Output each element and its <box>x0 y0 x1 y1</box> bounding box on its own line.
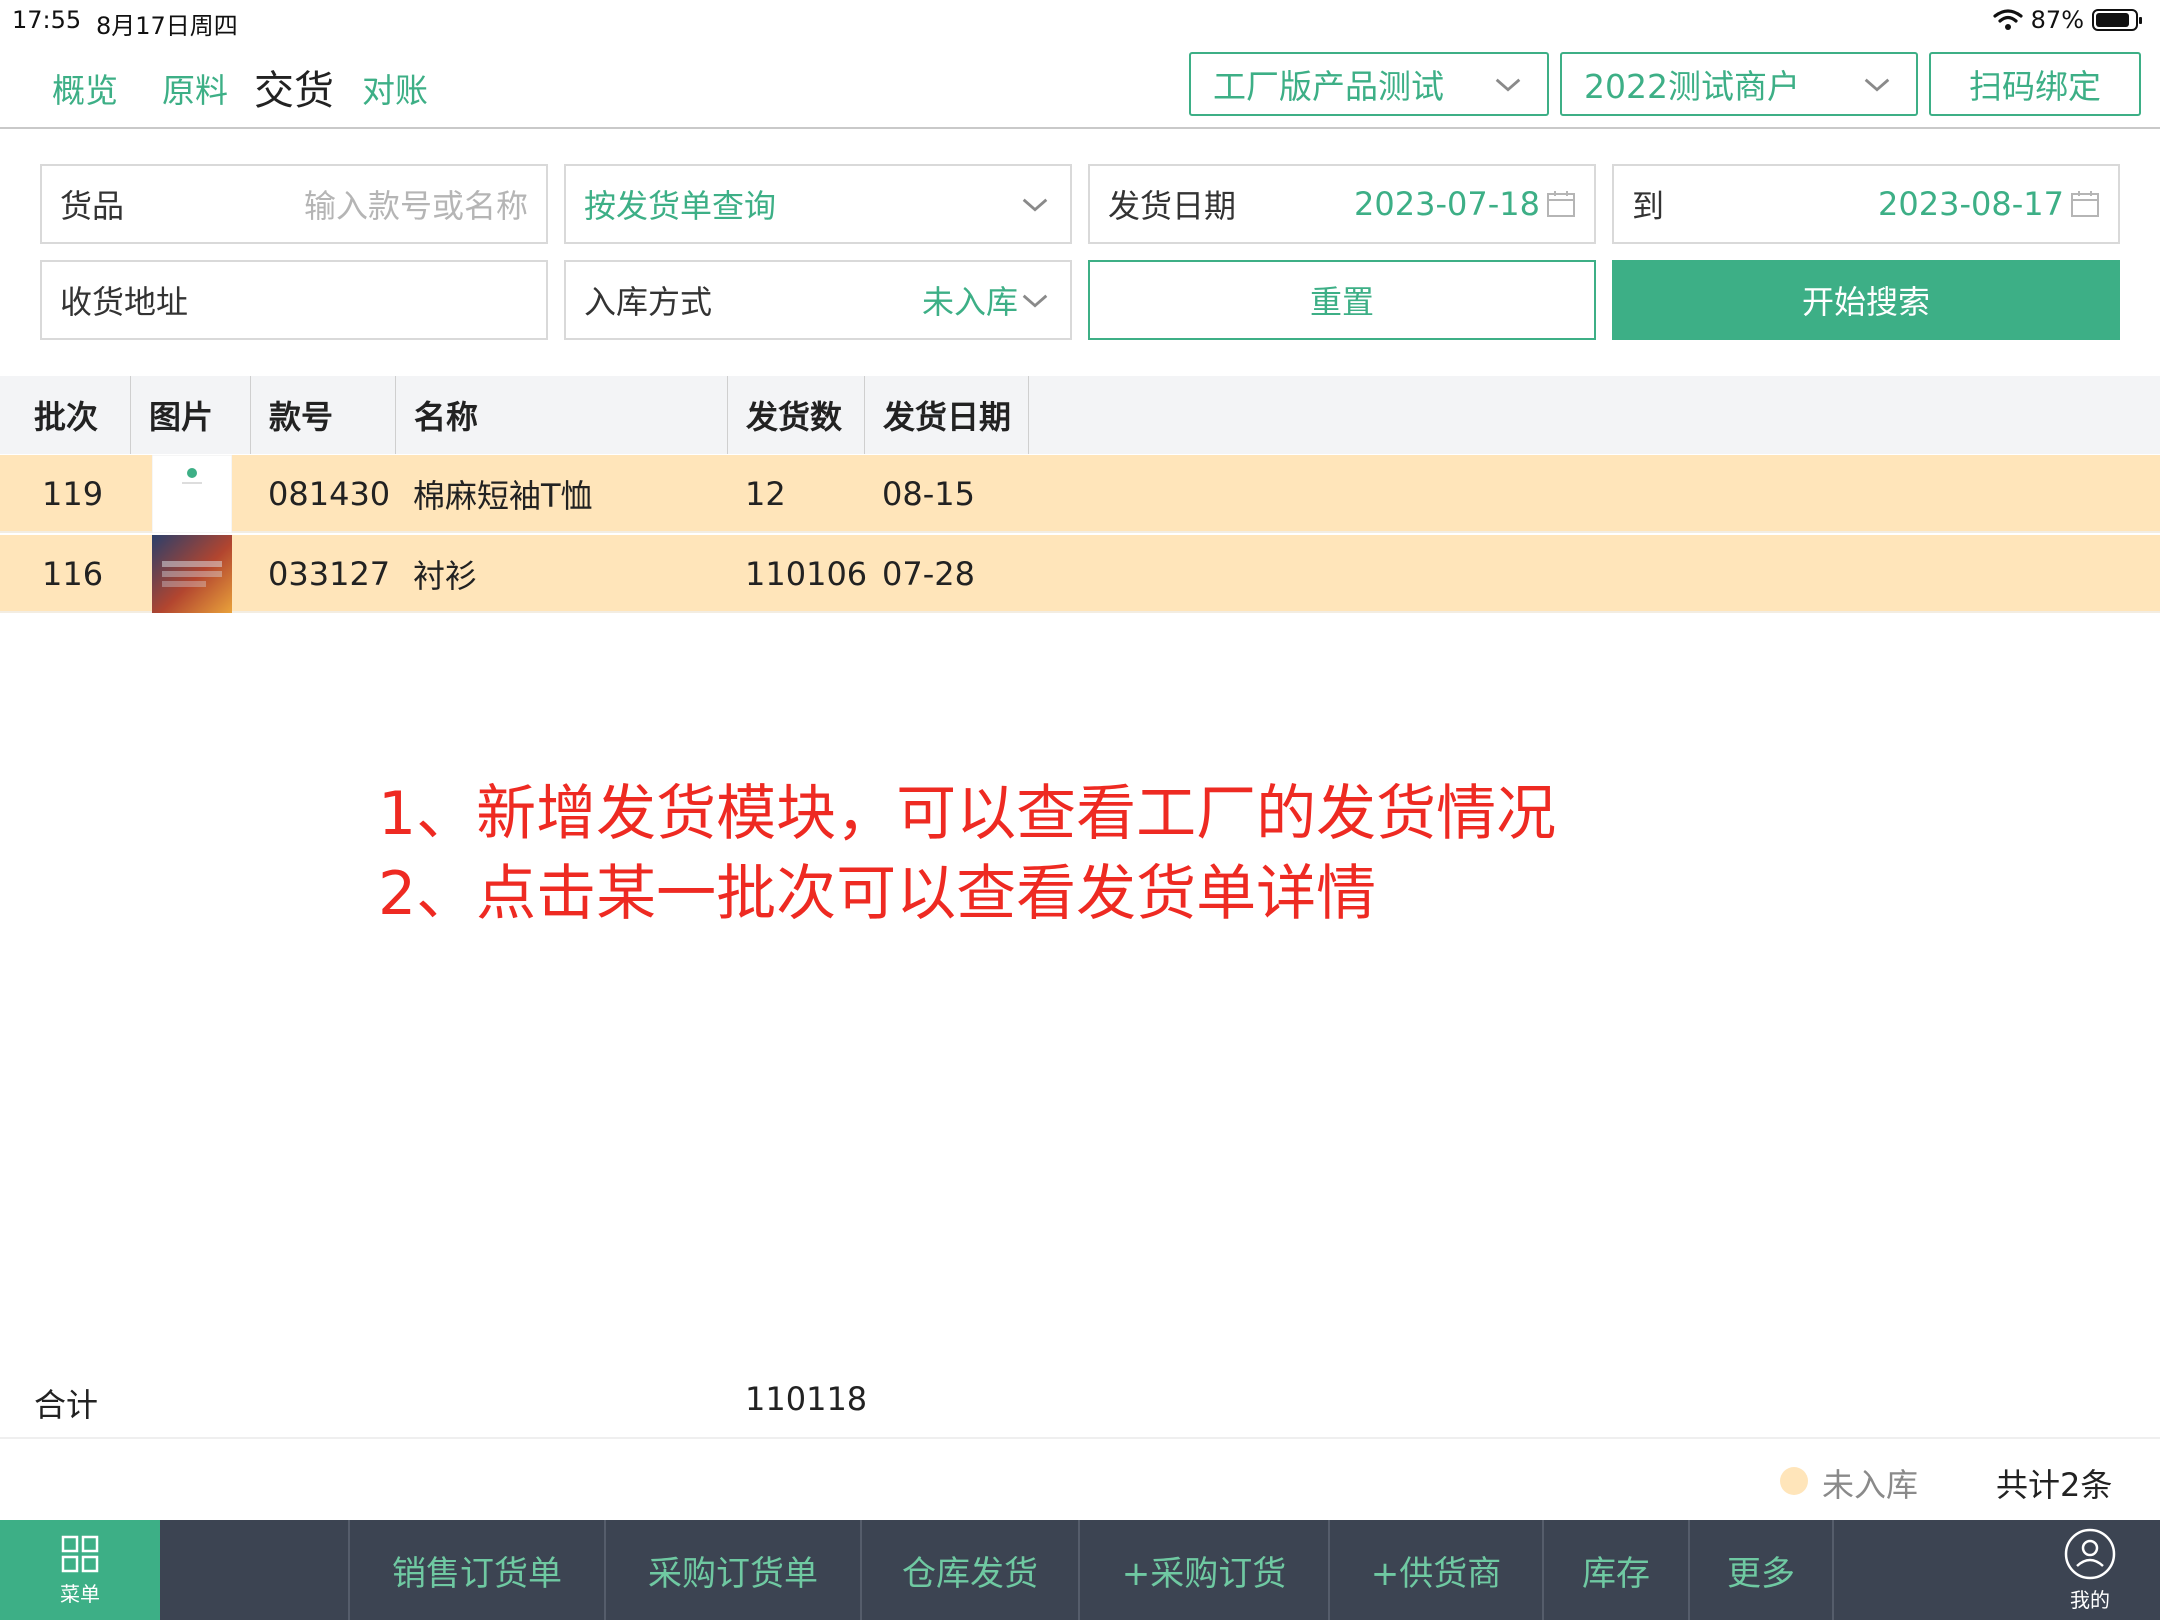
tab-delivery[interactable]: 交货 <box>254 58 334 116</box>
factory-select[interactable]: 工厂版产品测试 <box>1189 52 1549 116</box>
reset-button[interactable]: 重置 <box>1088 260 1596 340</box>
nav-divider <box>0 127 2160 129</box>
ship-date-to-value: 2023-08-17 <box>1878 185 2064 223</box>
stock-in-select[interactable]: 入库方式 未入库 <box>564 260 1072 340</box>
query-mode-label: 按发货单查询 <box>584 187 777 225</box>
goods-label: 货品 <box>60 187 125 225</box>
nav-add-supplier[interactable]: +供货商 <box>1328 1520 1542 1620</box>
product-thumbnail <box>152 455 232 533</box>
ship-date-to-field[interactable]: 到 2023-08-17 <box>1612 164 2120 244</box>
cell-name: 棉麻短袖T恤 <box>413 477 593 515</box>
legend-dot <box>1780 1467 1808 1495</box>
menu-label: 菜单 <box>60 1581 100 1606</box>
battery-icon <box>2092 9 2142 31</box>
user-icon <box>2064 1528 2116 1579</box>
query-mode-select[interactable]: 按发货单查询 <box>564 164 1072 244</box>
ship-date-from-field[interactable]: 发货日期 2023-07-18 <box>1088 164 1596 244</box>
chevron-down-icon <box>1864 78 1890 92</box>
merchant-select-label: 2022测试商户 <box>1584 67 1800 106</box>
menu-button[interactable]: 菜单 <box>0 1520 160 1620</box>
status-date: 8月17日周四 <box>96 12 238 40</box>
status-indicators: 87% <box>1993 4 2142 36</box>
factory-select-label: 工厂版产品测试 <box>1213 67 1444 106</box>
total-qty: 110118 <box>745 1380 868 1418</box>
goods-field[interactable]: 货品 输入款号或名称 <box>40 164 548 244</box>
goods-placeholder: 输入款号或名称 <box>303 187 528 225</box>
cell-date: 08-15 <box>882 475 975 513</box>
nav-warehouse-ship[interactable]: 仓库发货 <box>860 1520 1078 1620</box>
chevron-down-icon <box>1495 78 1521 92</box>
status-time: 17:55 <box>12 6 82 34</box>
cell-batch: 119 <box>42 475 104 513</box>
tab-materials[interactable]: 原料 <box>162 64 228 112</box>
tab-overview[interactable]: 概览 <box>52 64 118 112</box>
total-label: 合计 <box>34 1386 99 1424</box>
product-thumbnail <box>152 535 232 613</box>
record-count: 共计2条 <box>1996 1466 2113 1504</box>
cell-style-no: 081430 <box>268 475 391 513</box>
calendar-icon <box>1547 191 1575 217</box>
address-field[interactable]: 收货地址 <box>40 260 548 340</box>
column-header-qty: 发货数 <box>728 376 865 454</box>
cell-name: 衬衫 <box>413 557 478 595</box>
profile-label: 我的 <box>2070 1587 2110 1612</box>
nav-more[interactable]: 更多 <box>1688 1520 1834 1620</box>
annotation-line-2: 2、点击某一批次可以查看发货单详情 <box>378 859 1377 929</box>
column-header-name: 名称 <box>396 376 728 454</box>
chevron-down-icon <box>1022 198 1048 212</box>
date-to-label: 到 <box>1632 187 1665 225</box>
tab-reconciliation[interactable]: 对账 <box>362 64 428 112</box>
annotation-line-1: 1、新增发货模块，可以查看工厂的发货情况 <box>378 779 1557 849</box>
cell-qty: 110106 <box>745 555 868 593</box>
battery-percent: 87% <box>2030 6 2084 34</box>
nav-inventory[interactable]: 库存 <box>1542 1520 1688 1620</box>
nav-sales-order[interactable]: 销售订货单 <box>348 1520 604 1620</box>
merchant-select[interactable]: 2022测试商户 <box>1560 52 1918 116</box>
cell-style-no: 033127 <box>268 555 391 593</box>
scan-bind-button[interactable]: 扫码绑定 <box>1929 52 2141 116</box>
profile-button[interactable]: 我的 <box>2040 1520 2140 1620</box>
legend-label: 未入库 <box>1822 1466 1919 1504</box>
column-header-style-no: 款号 <box>251 376 396 454</box>
stock-in-value: 未入库 <box>921 283 1018 321</box>
total-divider <box>0 1437 2160 1439</box>
wifi-icon <box>1993 9 2023 30</box>
ship-date-label: 发货日期 <box>1108 187 1237 225</box>
stock-in-label: 入库方式 <box>584 283 713 321</box>
cell-batch: 116 <box>42 555 104 593</box>
column-header-image: 图片 <box>131 376 251 454</box>
ship-date-from-value: 2023-07-18 <box>1354 185 1540 223</box>
search-button[interactable]: 开始搜索 <box>1612 260 2120 340</box>
cell-date: 07-28 <box>882 555 975 593</box>
column-header-batch: 批次 <box>16 376 131 454</box>
grid-icon <box>61 1535 99 1572</box>
nav-add-purchase[interactable]: +采购订货 <box>1078 1520 1328 1620</box>
calendar-icon <box>2071 191 2099 217</box>
column-header-date: 发货日期 <box>865 376 1029 454</box>
address-label: 收货地址 <box>60 283 189 321</box>
cell-qty: 12 <box>745 475 786 513</box>
nav-purchase-order[interactable]: 采购订货单 <box>604 1520 860 1620</box>
chevron-down-icon <box>1022 294 1048 308</box>
